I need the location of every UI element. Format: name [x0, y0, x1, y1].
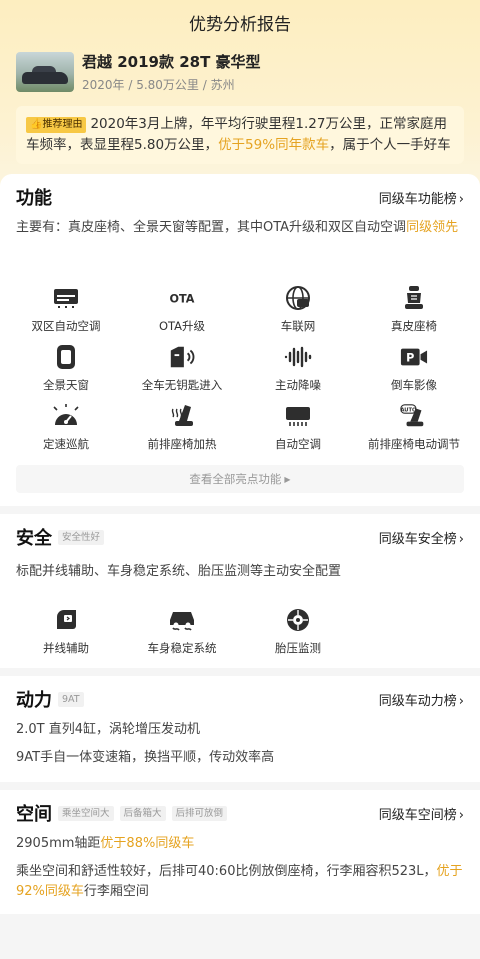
features-item[interactable]: 自动空调: [240, 402, 356, 461]
chevron-right-icon: ›: [458, 191, 464, 207]
features-item-label: 倒车影像: [391, 378, 437, 392]
connected-car-icon: [284, 284, 312, 312]
space-cargo: 乘坐空间和舒适性较好，后排可40:60比例放倒座椅，行李厢容积523L，优于92…: [16, 864, 463, 899]
features-item-label: 全景天窗: [43, 378, 89, 392]
power-rank-link[interactable]: 同级车动力榜 ›: [379, 690, 464, 709]
triangle-right-icon: ▶: [284, 474, 291, 484]
car-thumbnail[interactable]: [16, 52, 74, 92]
safety-desc: 标配并线辅助、车身稳定系统、胎压监测等主动安全配置: [16, 564, 342, 579]
car-name: 君越 2019款 28T 豪华型: [82, 53, 261, 71]
features-item-label: OTA升级: [158, 319, 206, 333]
car-meta: 2020年 / 5.80万公里 / 苏州: [82, 78, 235, 92]
recommend-reason: 👍推荐理由 2020年3月上牌，年平均行驶里程1.27万公里，正常家庭用车频率，表…: [16, 106, 464, 164]
safety-item[interactable]: 车身稳定系统: [124, 606, 240, 665]
power-engine: 2.0T 直列4缸，涡轮增压发动机: [16, 722, 201, 737]
power-transmission: 9AT手自一体变速箱，换挡平顺，传动效率高: [16, 750, 275, 765]
svg-text:P: P: [406, 352, 414, 365]
safety-tag: 安全性好: [58, 529, 105, 545]
reason-highlight: 优于59%同年款车: [218, 137, 330, 153]
dual-zone-ac-icon: [52, 284, 80, 312]
space-tag: 后排可放倒: [171, 805, 228, 821]
auto-ac-icon: [284, 402, 312, 430]
features-item-label: 前排座椅电动调节: [368, 437, 460, 451]
safety-grid: 并线辅助 车身稳定系统 胎压监测: [8, 606, 472, 665]
features-item[interactable]: 车联网: [240, 284, 356, 343]
page-title: 优势分析报告: [189, 14, 291, 35]
power-title: 动力: [16, 690, 52, 711]
keyless-entry-icon: [168, 343, 196, 371]
space-rank-link[interactable]: 同级车空间榜 ›: [379, 804, 464, 823]
chevron-right-icon: ›: [458, 531, 464, 547]
power-tag: 9AT: [58, 691, 84, 707]
svg-text:AUTO: AUTO: [400, 407, 416, 413]
chevron-right-icon: ›: [458, 807, 464, 823]
features-desc: 主要有：真皮座椅、全景天窗等配置，其中OTA升级和双区自动空调同级领先: [16, 220, 459, 235]
features-item[interactable]: 前排座椅加热: [124, 402, 240, 461]
features-grid: 双区自动空调 OTA OTA升级 车联网 真皮座椅全景天窗 全车无钥匙进入 主动降噪 P 倒车影…: [8, 284, 472, 461]
space-wheelbase: 2905mm轴距优于88%同级车: [16, 836, 195, 851]
reverse-camera-icon: P: [400, 343, 428, 371]
features-item[interactable]: 真皮座椅: [356, 284, 472, 343]
features-item[interactable]: 双区自动空调: [8, 284, 124, 343]
features-title: 功能: [16, 188, 52, 209]
tire-pressure-icon: [284, 606, 312, 634]
features-item-label: 真皮座椅: [391, 319, 437, 333]
space-card: 空间 乘坐空间大 后备箱大 后排可放倒 同级车空间榜 › 2905mm轴距优于88…: [0, 790, 480, 914]
features-item[interactable]: 全景天窗: [8, 343, 124, 402]
safety-item-label: 并线辅助: [43, 641, 89, 655]
safety-item-label: 胎压监测: [275, 641, 321, 655]
lane-assist-icon: [52, 606, 80, 634]
features-item[interactable]: AUTO 前排座椅电动调节: [356, 402, 472, 461]
stability-control-icon: [168, 606, 196, 634]
features-rank-link[interactable]: 同级车功能榜 ›: [379, 188, 464, 207]
safety-card: 安全 安全性好 同级车安全榜 › 标配并线辅助、车身稳定系统、胎压监测等主动安全配…: [0, 514, 480, 668]
reason-text-tail: ，属于个人一手好车: [329, 137, 451, 153]
features-item-label: 全车无钥匙进入: [141, 378, 223, 392]
features-item-label: 自动空调: [275, 437, 321, 451]
leather-seat-icon: [400, 284, 428, 312]
features-item-label: 前排座椅加热: [147, 437, 217, 451]
features-item-label: 双区自动空调: [31, 319, 101, 333]
safety-item[interactable]: 胎压监测: [240, 606, 356, 665]
ota-icon: OTA: [168, 284, 196, 312]
features-item-label: 主动降噪: [275, 378, 321, 392]
features-item[interactable]: P 倒车影像: [356, 343, 472, 402]
noise-cancel-icon: [284, 343, 312, 371]
chevron-right-icon: ›: [458, 693, 464, 709]
features-item[interactable]: 主动降噪: [240, 343, 356, 402]
features-item[interactable]: 全车无钥匙进入: [124, 343, 240, 402]
panoramic-sunroof-icon: [52, 343, 80, 371]
features-item[interactable]: OTA OTA升级: [124, 284, 240, 343]
car-summary: 君越 2019款 28T 豪华型 2020年 / 5.80万公里 / 苏州: [16, 52, 464, 96]
safety-rank-link[interactable]: 同级车安全榜 ›: [379, 528, 464, 547]
safety-item[interactable]: 并线辅助: [8, 606, 124, 665]
safety-item-label: 车身稳定系统: [147, 641, 217, 655]
seat-heating-icon: [168, 402, 196, 430]
features-card: 功能 同级车功能榜 › 主要有：真皮座椅、全景天窗等配置，其中OTA升级和双区自动…: [0, 174, 480, 506]
space-tag: 后备箱大: [119, 805, 166, 821]
features-item-label: 定速巡航: [43, 437, 89, 451]
space-title: 空间: [16, 804, 52, 825]
safety-title: 安全: [16, 528, 52, 549]
power-card: 动力 9AT 同级车动力榜 › 2.0T 直列4缸，涡轮增压发动机 9AT手自一体…: [0, 676, 480, 782]
power-seat-icon: AUTO: [400, 402, 428, 430]
space-tag: 乘坐空间大: [58, 805, 114, 821]
thumbs-up-icon: 👍: [30, 119, 43, 130]
features-item[interactable]: 定速巡航: [8, 402, 124, 461]
view-all-features-button[interactable]: 查看全部亮点功能 ▶: [16, 465, 464, 493]
cruise-control-icon: [52, 402, 80, 430]
recommend-reason-badge: 👍推荐理由: [26, 117, 87, 133]
svg-text:OTA: OTA: [170, 293, 195, 306]
features-item-label: 车联网: [280, 319, 316, 333]
